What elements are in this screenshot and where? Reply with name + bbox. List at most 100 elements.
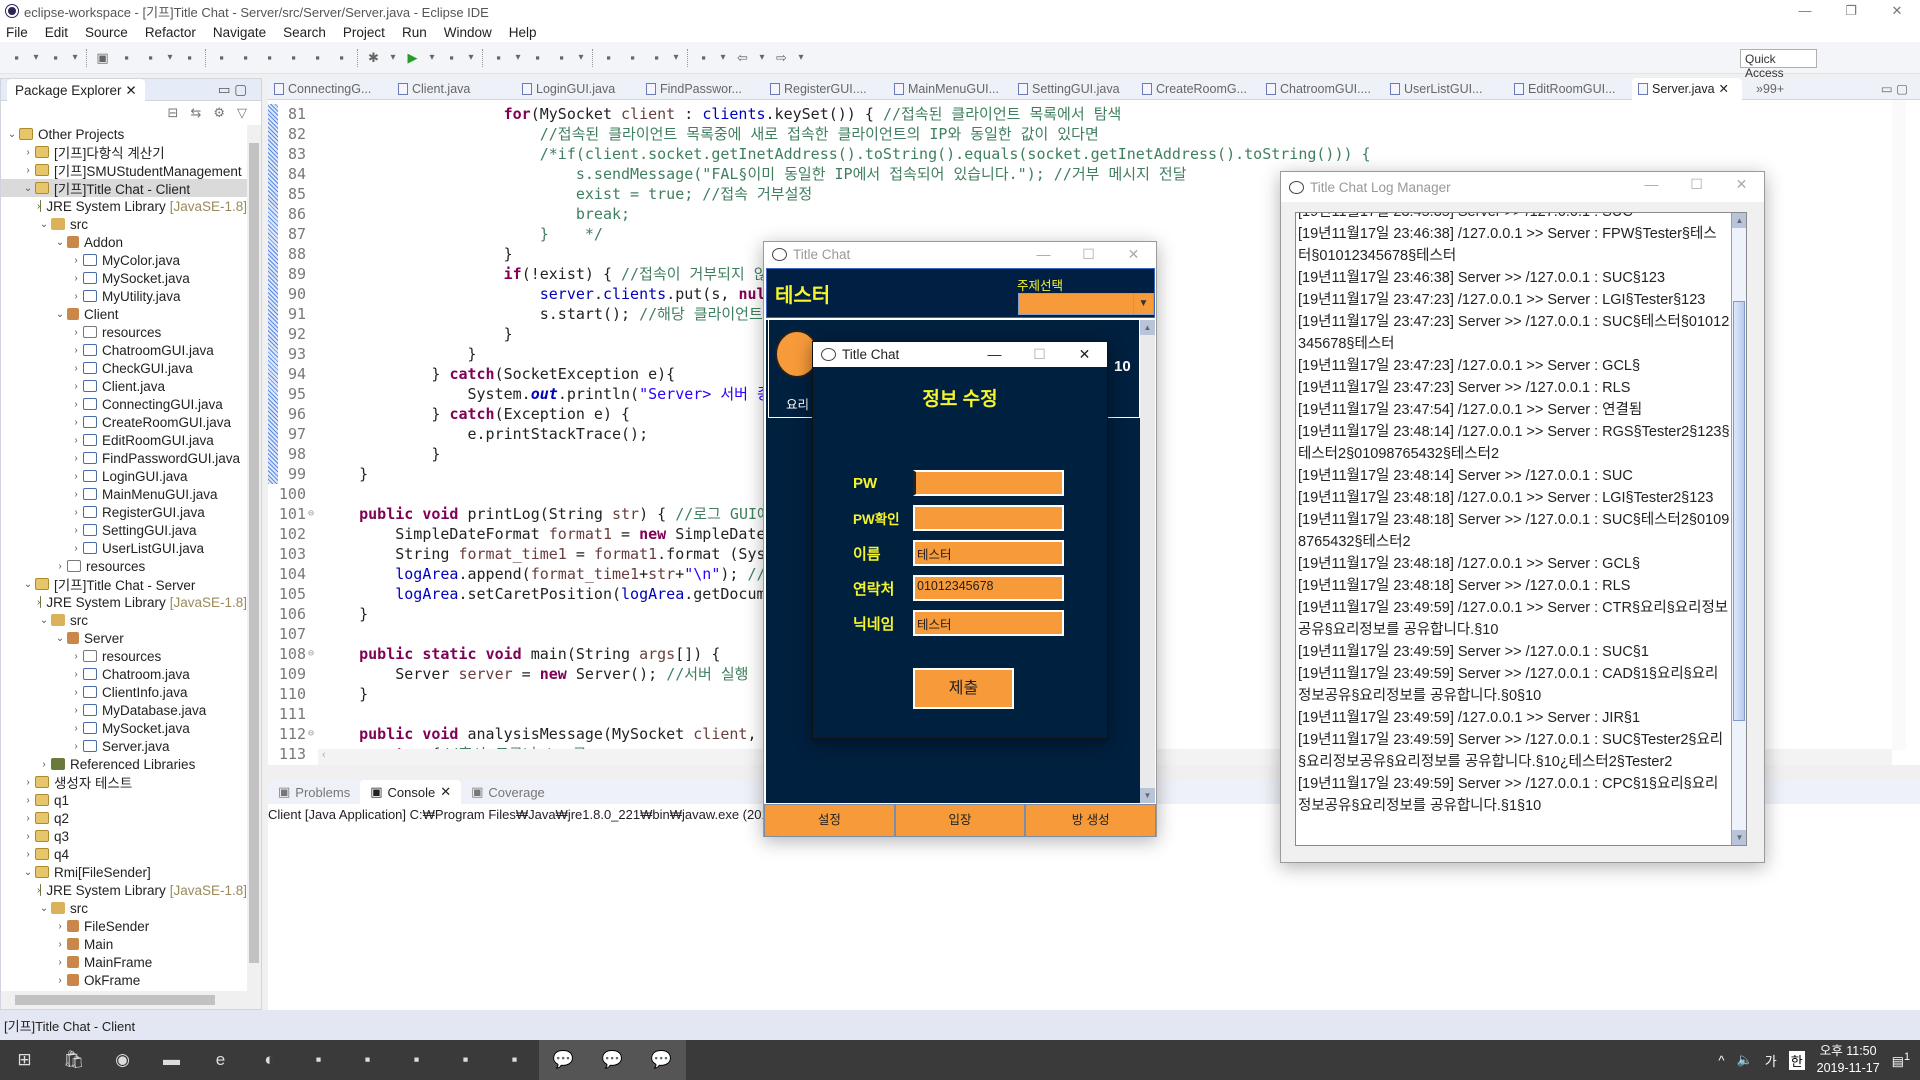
collapsed-chevron-icon[interactable]: › xyxy=(69,687,83,698)
collapsed-chevron-icon[interactable]: › xyxy=(69,453,83,464)
tree-item[interactable]: › q1 xyxy=(1,791,247,809)
tree-item[interactable]: › 생성자 테스트 xyxy=(1,773,247,791)
collapsed-chevron-icon[interactable]: › xyxy=(69,435,83,446)
tree-item[interactable]: › MyColor.java xyxy=(1,251,247,269)
menu-help[interactable]: Help xyxy=(509,25,537,40)
editor-tab[interactable]: Server.java ✕ xyxy=(1632,77,1742,100)
tree-item[interactable]: › EditRoomGUI.java xyxy=(1,431,247,449)
expanded-chevron-icon[interactable]: ⌄ xyxy=(5,129,19,140)
collapsed-chevron-icon[interactable]: › xyxy=(21,777,35,788)
menu-file[interactable]: File xyxy=(6,25,28,40)
expanded-chevron-icon[interactable]: ⌄ xyxy=(53,309,67,320)
tree-item[interactable]: › Server.java xyxy=(1,737,247,755)
ime-mode[interactable]: 가 xyxy=(1765,1051,1777,1070)
code-line[interactable]: 81 for(MySocket client : clients.keySet(… xyxy=(268,104,1371,124)
package-explorer-tab[interactable]: Package Explorer ✕ xyxy=(7,78,145,101)
tree-item[interactable]: › MySocket.java xyxy=(1,269,247,287)
tree-item[interactable]: › resources xyxy=(1,323,247,341)
xd-icon[interactable]: ▪ xyxy=(490,1040,539,1080)
code-line[interactable]: 83 /*if(client.socket.getInetAddress().t… xyxy=(268,144,1371,164)
close-tab-icon[interactable]: ✕ xyxy=(1719,81,1729,96)
kakao-icon[interactable]: ▪ xyxy=(294,1040,343,1080)
console-tab-problems[interactable]: ▣ Problems xyxy=(268,780,360,804)
tree-item[interactable]: › RegisterGUI.java xyxy=(1,503,247,521)
eclipse-icon[interactable]: ◐ xyxy=(245,1040,294,1080)
collapsed-chevron-icon[interactable]: › xyxy=(69,525,83,536)
new-type-icon[interactable]: ▪ xyxy=(47,49,64,66)
collapse-all-icon[interactable]: ⊟ xyxy=(168,105,179,121)
menu-source[interactable]: Source xyxy=(85,25,128,40)
chat-app-icon[interactable]: 💬 xyxy=(539,1040,588,1080)
menu-navigate[interactable]: Navigate xyxy=(213,25,266,40)
menu-project[interactable]: Project xyxy=(343,25,385,40)
pen-icon[interactable]: ▪ xyxy=(648,49,665,66)
minimize-maximize-icons[interactable]: ▭ ▢ xyxy=(218,82,247,98)
name-field[interactable]: 테스터 xyxy=(913,540,1064,566)
collapsed-chevron-icon[interactable]: › xyxy=(69,363,83,374)
tree-item[interactable]: ⌄ src xyxy=(1,899,247,917)
collapsed-chevron-icon[interactable]: › xyxy=(53,975,67,986)
settings-button[interactable]: 설정 xyxy=(764,804,895,837)
collapsed-chevron-icon[interactable]: › xyxy=(69,255,83,266)
collapsed-chevron-icon[interactable]: › xyxy=(69,705,83,716)
tree-item[interactable]: › OkFrame xyxy=(1,971,247,989)
editor-vertical-scrollbar[interactable] xyxy=(1892,100,1906,750)
show-hidden-icons[interactable]: ^ xyxy=(1718,1053,1724,1068)
code-line[interactable]: 85 exist = true; //접속 거부설정 xyxy=(268,184,1371,204)
tab-overflow-button[interactable]: »99+ xyxy=(1756,82,1784,96)
tree-item[interactable]: › LoginGUI.java xyxy=(1,467,247,485)
horizontal-scrollbar[interactable] xyxy=(1,991,261,1009)
maximize-button[interactable]: ☐ xyxy=(1674,172,1719,197)
expanded-chevron-icon[interactable]: ⌄ xyxy=(21,183,35,194)
collapsed-chevron-icon[interactable]: › xyxy=(69,741,83,752)
dropdown[interactable]: ▾ xyxy=(389,49,397,66)
open-task-icon[interactable]: ▪ xyxy=(624,49,641,66)
fold-toggle-icon[interactable]: ⊖ xyxy=(308,644,319,664)
code-line[interactable]: 84 s.sendMessage("FAL§이미 동일한 IP에서 접속되어 있… xyxy=(268,164,1371,184)
profile-icon[interactable]: ▪ xyxy=(142,49,159,66)
enter-room-button[interactable]: 입장 xyxy=(894,804,1026,837)
tree-item[interactable]: › Referenced Libraries xyxy=(1,755,247,773)
room-list-scrollbar[interactable]: ▲ ▼ xyxy=(1140,320,1155,803)
topic-select[interactable]: ▼ xyxy=(1018,293,1154,315)
collapsed-chevron-icon[interactable]: › xyxy=(21,813,35,824)
open-type-icon[interactable]: ▪ xyxy=(600,49,617,66)
close-button[interactable]: ✕ xyxy=(1062,342,1107,367)
start-icon[interactable]: ⊞ xyxy=(0,1040,49,1080)
tree-item[interactable]: › MyDatabase.java xyxy=(1,701,247,719)
vs-icon[interactable]: ▪ xyxy=(441,1040,490,1080)
collapsed-chevron-icon[interactable]: › xyxy=(53,939,67,950)
tree-item[interactable]: › CheckGUI.java xyxy=(1,359,247,377)
notification-center-icon[interactable]: ▤1 xyxy=(1892,1051,1910,1069)
mark-icon[interactable]: ▪ xyxy=(261,49,278,66)
tree-item[interactable]: › q3 xyxy=(1,827,247,845)
editor-tab[interactable]: EditRoomGUI... xyxy=(1508,82,1632,96)
tree-item[interactable]: ⌄ src xyxy=(1,215,247,233)
phone-field[interactable]: 01012345678 xyxy=(913,575,1064,601)
dropdown[interactable]: ▾ xyxy=(797,49,805,66)
tree-item[interactable]: › JRE System Library [JavaSE-1.8] xyxy=(1,197,247,215)
minimize-maximize-icons[interactable]: ▭ ▢ xyxy=(1881,81,1908,96)
collapsed-chevron-icon[interactable]: › xyxy=(69,417,83,428)
notepad-icon[interactable]: ▪ xyxy=(343,1040,392,1080)
close-button[interactable]: ✕ xyxy=(1111,242,1156,267)
editor-tab[interactable]: FindPasswor... xyxy=(640,82,764,96)
create-room-button[interactable]: 방 생성 xyxy=(1025,804,1157,837)
forward-icon[interactable]: ⇨ xyxy=(773,49,790,66)
log-scrollbar[interactable]: ▲ ▼ xyxy=(1731,213,1746,845)
editor-tab[interactable]: SettingGUI.java xyxy=(1012,82,1136,96)
tree-item[interactable]: › Main xyxy=(1,935,247,953)
ie-icon[interactable]: e xyxy=(196,1040,245,1080)
collapsed-chevron-icon[interactable]: › xyxy=(69,273,83,284)
dropdown[interactable]: ▾ xyxy=(514,49,522,66)
vertical-scrollbar[interactable] xyxy=(247,125,261,991)
overview-ruler[interactable] xyxy=(1908,100,1920,750)
nickname-field[interactable]: 테스터 xyxy=(913,610,1064,636)
tree-item[interactable]: ⌄ [기프]Title Chat - Client xyxy=(1,179,247,197)
tree-item[interactable]: ⌄ [기프]Title Chat - Server xyxy=(1,575,247,593)
expanded-chevron-icon[interactable]: ⌄ xyxy=(37,219,51,230)
dropdown[interactable]: ▾ xyxy=(672,49,680,66)
run-icon[interactable]: ▶ xyxy=(404,49,421,66)
tree-item[interactable]: › CreateRoomGUI.java xyxy=(1,413,247,431)
save-icon[interactable]: ▣ xyxy=(94,49,111,66)
